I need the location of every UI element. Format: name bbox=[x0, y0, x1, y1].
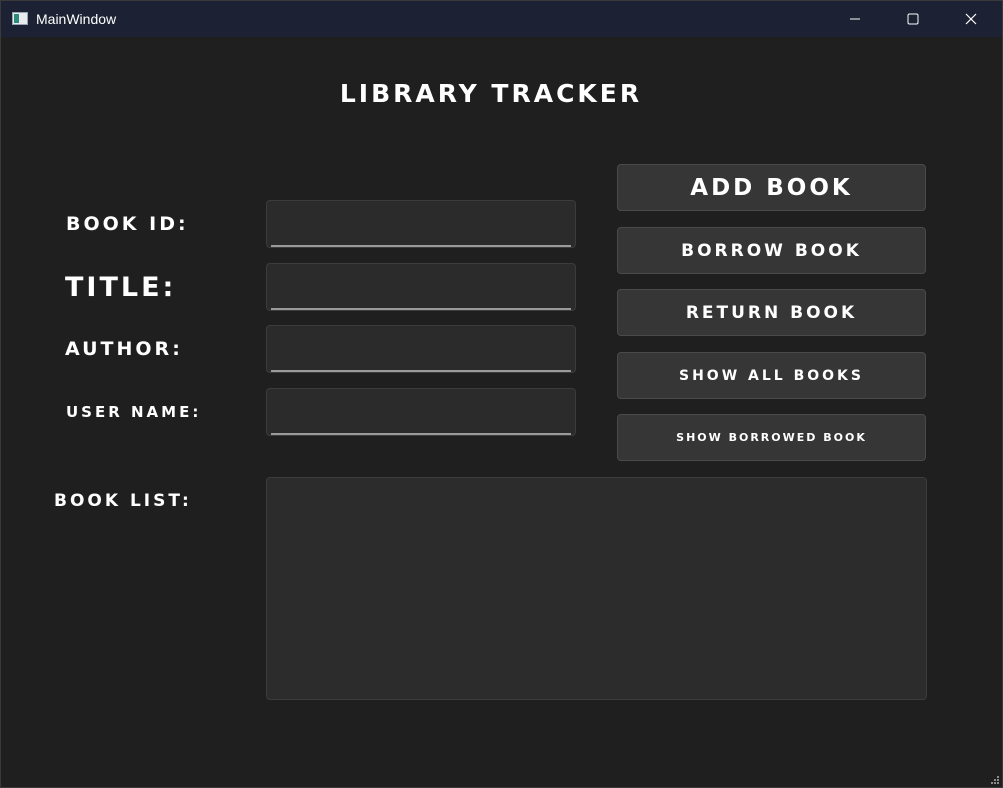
user-name-field-frame bbox=[266, 388, 576, 436]
app-window-icon bbox=[12, 12, 28, 25]
title-bar[interactable]: MainWindow bbox=[1, 1, 1002, 37]
title-label: TITLE: bbox=[65, 272, 177, 303]
window-title: MainWindow bbox=[36, 11, 117, 27]
title-field-frame bbox=[266, 263, 576, 311]
maximize-icon bbox=[907, 13, 919, 25]
author-field-frame bbox=[266, 325, 576, 373]
user-name-input[interactable] bbox=[267, 389, 575, 435]
return-book-button[interactable]: RETURN BOOK bbox=[617, 289, 926, 336]
author-label: AUTHOR: bbox=[65, 338, 183, 360]
close-icon bbox=[965, 13, 977, 25]
minimize-icon bbox=[850, 18, 860, 20]
author-input[interactable] bbox=[267, 326, 575, 372]
resize-grip-icon[interactable] bbox=[990, 775, 1000, 785]
book-id-label: BOOK ID: bbox=[66, 213, 189, 235]
user-name-label: USER NAME: bbox=[66, 403, 202, 421]
book-id-field-frame bbox=[266, 200, 576, 248]
app-title: LIBRARY TRACKER bbox=[339, 79, 643, 108]
main-window: MainWindow LIBRARY TRACKER BOOK ID: TITL… bbox=[0, 0, 1003, 788]
title-input[interactable] bbox=[267, 264, 575, 310]
add-book-button[interactable]: ADD BOOK bbox=[617, 164, 926, 211]
minimize-button[interactable] bbox=[826, 1, 884, 37]
maximize-button[interactable] bbox=[884, 1, 942, 37]
borrow-book-button[interactable]: BORROW BOOK bbox=[617, 227, 926, 274]
book-id-input[interactable] bbox=[267, 201, 575, 247]
close-button[interactable] bbox=[942, 1, 1000, 37]
show-borrowed-book-button[interactable]: SHOW BORROWED BOOK bbox=[617, 414, 926, 461]
book-list-label: BOOK LIST: bbox=[54, 491, 192, 511]
show-all-books-button[interactable]: SHOW ALL BOOKS bbox=[617, 352, 926, 399]
book-list-box[interactable] bbox=[266, 477, 927, 700]
